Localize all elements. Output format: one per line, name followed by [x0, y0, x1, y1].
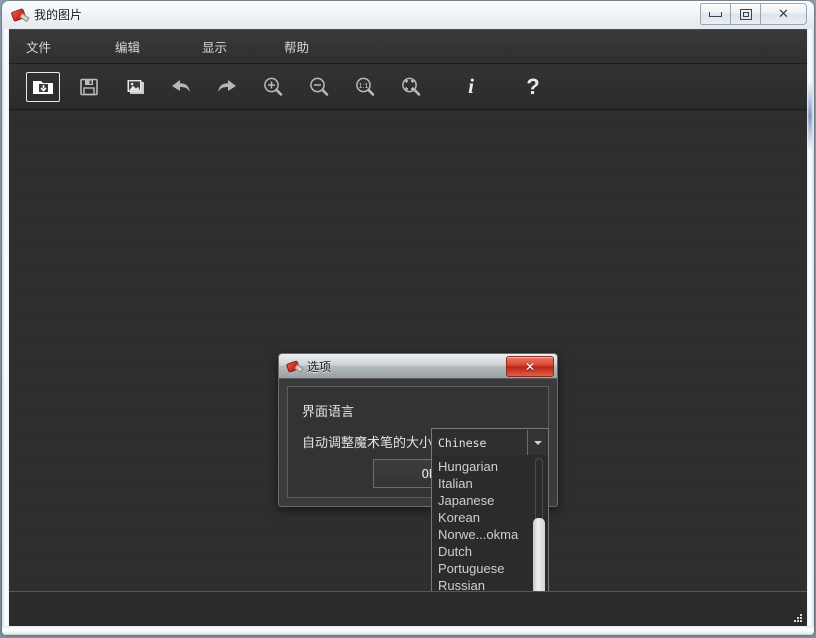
maximize-icon	[740, 9, 752, 20]
dialog-title-bar: 选项 ✕	[279, 354, 557, 379]
list-item[interactable]: Russian	[434, 577, 546, 591]
list-item[interactable]: Italian	[434, 475, 546, 492]
language-combobox-value: Chinese	[432, 436, 527, 450]
application-window: 我的图片 ✕ 文件 编辑 显示 帮助	[2, 1, 814, 635]
toolbar: 1:1 i	[9, 64, 807, 110]
window-title: 我的图片	[34, 1, 82, 29]
menu-edit[interactable]: 编辑	[115, 31, 140, 62]
menu-help[interactable]: 帮助	[284, 31, 309, 62]
close-button[interactable]: ✕	[760, 3, 807, 25]
resize-grip-icon[interactable]	[794, 614, 803, 623]
window-frame-right	[807, 29, 814, 635]
images-icon	[124, 77, 146, 97]
dropdown-scrollbar[interactable]	[532, 458, 546, 591]
language-combobox[interactable]: Chinese	[431, 428, 549, 457]
close-icon: ✕	[778, 8, 789, 21]
zoom-out-button[interactable]	[302, 72, 336, 102]
list-item[interactable]: Japanese	[434, 492, 546, 509]
list-item[interactable]: Hungarian	[434, 458, 546, 475]
menu-view[interactable]: 显示	[202, 31, 227, 62]
save-button[interactable]	[72, 72, 106, 102]
undo-arrow-icon	[169, 77, 193, 97]
help-icon: ?	[526, 76, 539, 98]
list-item[interactable]: Norwe...okma	[434, 526, 546, 543]
list-item[interactable]: Dutch	[434, 543, 546, 560]
caption-buttons: ✕	[700, 3, 807, 25]
options-dialog: 选项 ✕ 界面语言 自动调整魔术笔的大小 OK Chinese	[278, 353, 558, 507]
zoom-actual-size-button[interactable]: 1:1	[348, 72, 382, 102]
info-button[interactable]: i	[454, 72, 488, 102]
redo-arrow-icon	[215, 77, 239, 97]
images-button[interactable]	[118, 72, 152, 102]
minimize-button[interactable]	[700, 3, 731, 25]
zoom-actual-size-icon: 1:1	[354, 76, 376, 98]
interface-language-label: 界面语言	[302, 401, 354, 420]
list-item[interactable]: Korean	[434, 509, 546, 526]
svg-text:1:1: 1:1	[359, 82, 369, 89]
auto-adjust-brush-size-label: 自动调整魔术笔的大小	[302, 432, 432, 451]
dialog-content: 界面语言 自动调整魔术笔的大小 OK Chinese Hungarian Ita…	[287, 386, 549, 498]
scrollbar-thumb[interactable]	[533, 518, 545, 592]
maximize-button[interactable]	[730, 3, 761, 25]
title-bar: 我的图片 ✕	[2, 1, 814, 29]
zoom-in-icon	[262, 76, 284, 98]
window-frame-bottom	[2, 626, 814, 635]
screen: 我的图片 ✕ 文件 编辑 显示 帮助	[0, 0, 816, 638]
open-folder-icon	[32, 77, 54, 97]
dialog-close-icon: ✕	[525, 360, 535, 374]
menu-file[interactable]: 文件	[26, 31, 51, 62]
chevron-down-icon[interactable]	[527, 430, 548, 455]
language-dropdown-list[interactable]: Hungarian Italian Japanese Korean Norwe.…	[431, 455, 549, 591]
list-item[interactable]: Portuguese	[434, 560, 546, 577]
undo-button[interactable]	[164, 72, 198, 102]
dialog-close-button[interactable]: ✕	[506, 356, 554, 377]
application-body: 文件 编辑 显示 帮助	[9, 29, 807, 626]
paint-roller-icon	[11, 7, 27, 23]
info-icon: i	[468, 76, 474, 97]
redo-button[interactable]	[210, 72, 244, 102]
zoom-fit-button[interactable]	[394, 72, 428, 102]
dialog-paint-roller-icon	[287, 359, 301, 373]
save-floppy-icon	[79, 77, 99, 97]
open-folder-button[interactable]	[26, 72, 60, 102]
menu-bar: 文件 编辑 显示 帮助	[9, 29, 807, 64]
dialog-title: 选项	[307, 358, 331, 375]
zoom-out-icon	[308, 76, 330, 98]
status-bar	[9, 591, 807, 626]
help-button[interactable]: ?	[516, 72, 550, 102]
zoom-fit-icon	[400, 76, 422, 98]
image-canvas[interactable]: 选项 ✕ 界面语言 自动调整魔术笔的大小 OK Chinese	[9, 110, 807, 591]
window-frame-left	[2, 29, 9, 635]
zoom-in-button[interactable]	[256, 72, 290, 102]
minimize-icon	[709, 12, 722, 17]
